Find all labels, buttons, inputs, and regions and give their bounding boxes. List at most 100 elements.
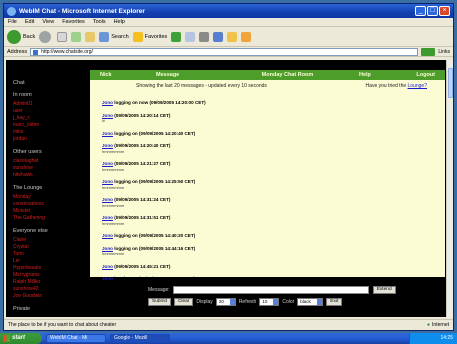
message-author-link[interactable]: Jono [102, 113, 113, 118]
sidebar-user-link[interactable]: sunshine42 [13, 286, 85, 293]
menu-view[interactable]: View [42, 19, 54, 25]
header-message[interactable]: Message [156, 72, 216, 78]
home-icon[interactable] [85, 31, 96, 42]
mail-icon[interactable] [185, 31, 196, 42]
message-author-link[interactable]: Jono [102, 246, 113, 251]
vertical-scrollbar[interactable] [446, 60, 453, 317]
address-input[interactable]: http://www.chatsite.org/ [30, 47, 419, 56]
lounge-link[interactable]: Lounge? [408, 83, 427, 89]
message-item: Jono (09/09/2005 14:31:51 CET) hmmmmmm [102, 215, 445, 226]
controls-row: Submit Clear Display 20 Refresh 10 Color… [148, 298, 345, 306]
message-body: hmmmmmm [102, 166, 125, 172]
sidebar-user-link[interactable]: The Gathering [13, 215, 85, 222]
message-author-link[interactable]: Jono [102, 161, 113, 166]
message-author-link[interactable]: Jono [102, 264, 113, 269]
sidebar-user-link[interactable]: mike [13, 129, 85, 136]
exit-button[interactable]: Exit [326, 298, 343, 306]
sidebar-user-link[interactable]: Crystal [13, 244, 85, 251]
sidebar-user-link[interactable]: clairelaghet [13, 158, 85, 165]
colour-select[interactable]: black [297, 298, 324, 306]
history-icon[interactable] [171, 31, 182, 42]
star-icon [132, 31, 143, 42]
logout-link[interactable]: Logout [397, 72, 435, 78]
minimize-button[interactable]: _ [415, 6, 426, 16]
start-button[interactable]: start [0, 333, 42, 344]
sidebar-user-link[interactable]: Joe Goodwin [13, 293, 85, 300]
message-item: Jono (09/09/2005 14:31:24 CET) hmmmmmm [102, 197, 445, 208]
display-select[interactable]: 20 [215, 298, 236, 306]
messages-frame: Nick Message Monday Chat Room Help Logou… [90, 70, 445, 299]
taskbar-item-browser[interactable]: Google - Mozill [110, 334, 170, 343]
help-link[interactable]: Help [359, 72, 397, 78]
sidebar-user-link[interactable]: Claire [13, 237, 85, 244]
sidebar-user-link[interactable]: user [13, 108, 85, 115]
message-author-link[interactable]: Jono [102, 197, 113, 202]
back-button[interactable]: Back [7, 29, 35, 44]
messenger-icon[interactable] [241, 31, 252, 42]
message-item: Jono logging on (09/09/2005 14:25:50 CET… [102, 179, 445, 190]
message-author-link[interactable]: Jono [102, 100, 113, 105]
taskbar-item-ie[interactable]: WebIM Chat - Mi [46, 334, 106, 343]
refresh-select[interactable]: 10 [259, 298, 280, 306]
message-item: Jono logging on (09/09/2005 14:20:40 CET… [102, 131, 445, 137]
forward-button[interactable] [39, 30, 53, 43]
message-item: Jono logging on now (09/09/2005 14:20:00… [102, 100, 445, 106]
search-button[interactable]: Search [99, 31, 129, 42]
message-author-link[interactable]: Jono [102, 143, 113, 148]
message-item: Jono (09/09/2005 14:20:14 CET) hi [102, 113, 445, 124]
header-nick[interactable]: Nick [100, 72, 156, 78]
promo-text: Have you tried the Lounge? [365, 83, 427, 89]
message-body: hmmmmmm [102, 148, 125, 154]
message-author-link[interactable]: Jono [102, 233, 113, 238]
sidebar-user-link[interactable]: jordan [13, 136, 85, 143]
edit-icon[interactable] [213, 31, 224, 42]
refresh-label: Refresh [238, 299, 257, 305]
sidebar-user-link[interactable]: Monday [13, 194, 85, 201]
favorites-button[interactable]: Favorites [132, 31, 167, 42]
browser-window: WebIM Chat - Microsoft Internet Explorer… [3, 3, 454, 331]
sidebar-user-link[interactable]: conversations [13, 201, 85, 208]
maximize-button[interactable]: □ [427, 6, 438, 16]
sidebar-user-link[interactable]: Hyperbeasts [13, 265, 85, 272]
message-item: Jono logging on (09/09/2005 14:44:16 CET… [102, 246, 445, 257]
message-text: logging on now [114, 100, 149, 105]
menu-tools[interactable]: Tools [93, 19, 106, 25]
go-button[interactable] [421, 47, 436, 56]
menu-help[interactable]: Help [114, 19, 125, 25]
message-input[interactable] [172, 286, 369, 294]
message-timestamp: (09/09/2005 14:40:20 CET) [139, 233, 196, 238]
refresh-icon[interactable] [71, 31, 82, 42]
sidebar-user-link[interactable]: Lei [13, 258, 85, 265]
folder-icon[interactable] [227, 31, 238, 42]
sidebar-user-link[interactable]: Ralph Milller [13, 279, 85, 286]
sidebar-user-link[interactable]: Merrygrams [13, 272, 85, 279]
menu-edit[interactable]: Edit [25, 19, 34, 25]
chat-header-bar: Nick Message Monday Chat Room Help Logou… [90, 70, 445, 80]
stop-icon[interactable] [57, 31, 68, 42]
message-author-link[interactable]: Jono [102, 215, 113, 220]
sidebar-user-link[interactable]: Admin01 [13, 101, 85, 108]
extend-button[interactable]: Extend [372, 286, 396, 294]
sidebar-user-link[interactable]: Minister [13, 208, 85, 215]
message-author-link[interactable]: Jono [102, 179, 113, 184]
forward-arrow-icon [39, 30, 52, 43]
message-author-link[interactable]: Jono [102, 131, 113, 136]
system-tray-clock: 14:25 [409, 333, 457, 344]
menu-file[interactable]: File [8, 19, 17, 25]
sidebar-user-link[interactable]: j_kay_c [13, 115, 85, 122]
scrollbar-thumb[interactable] [448, 68, 453, 98]
clear-button[interactable]: Clear [173, 298, 194, 306]
colour-label: Color [282, 299, 295, 305]
sidebar-user-link[interactable]: sunshine [13, 165, 85, 172]
sidebar-user-link[interactable]: nitehawk [13, 172, 85, 179]
submit-button[interactable]: Submit [148, 298, 171, 306]
sidebar-user-link[interactable]: marc_olden [13, 122, 85, 129]
search-icon [99, 31, 110, 42]
menu-favorites[interactable]: Favorites [62, 19, 85, 25]
links-button[interactable]: Links [438, 49, 450, 55]
close-button[interactable]: × [439, 6, 450, 16]
message-list: Jono logging on now (09/09/2005 14:20:00… [90, 92, 445, 300]
sidebar-heading: In room [13, 92, 32, 98]
print-icon[interactable] [199, 31, 210, 42]
sidebar-user-link[interactable]: Tomi [13, 251, 85, 258]
